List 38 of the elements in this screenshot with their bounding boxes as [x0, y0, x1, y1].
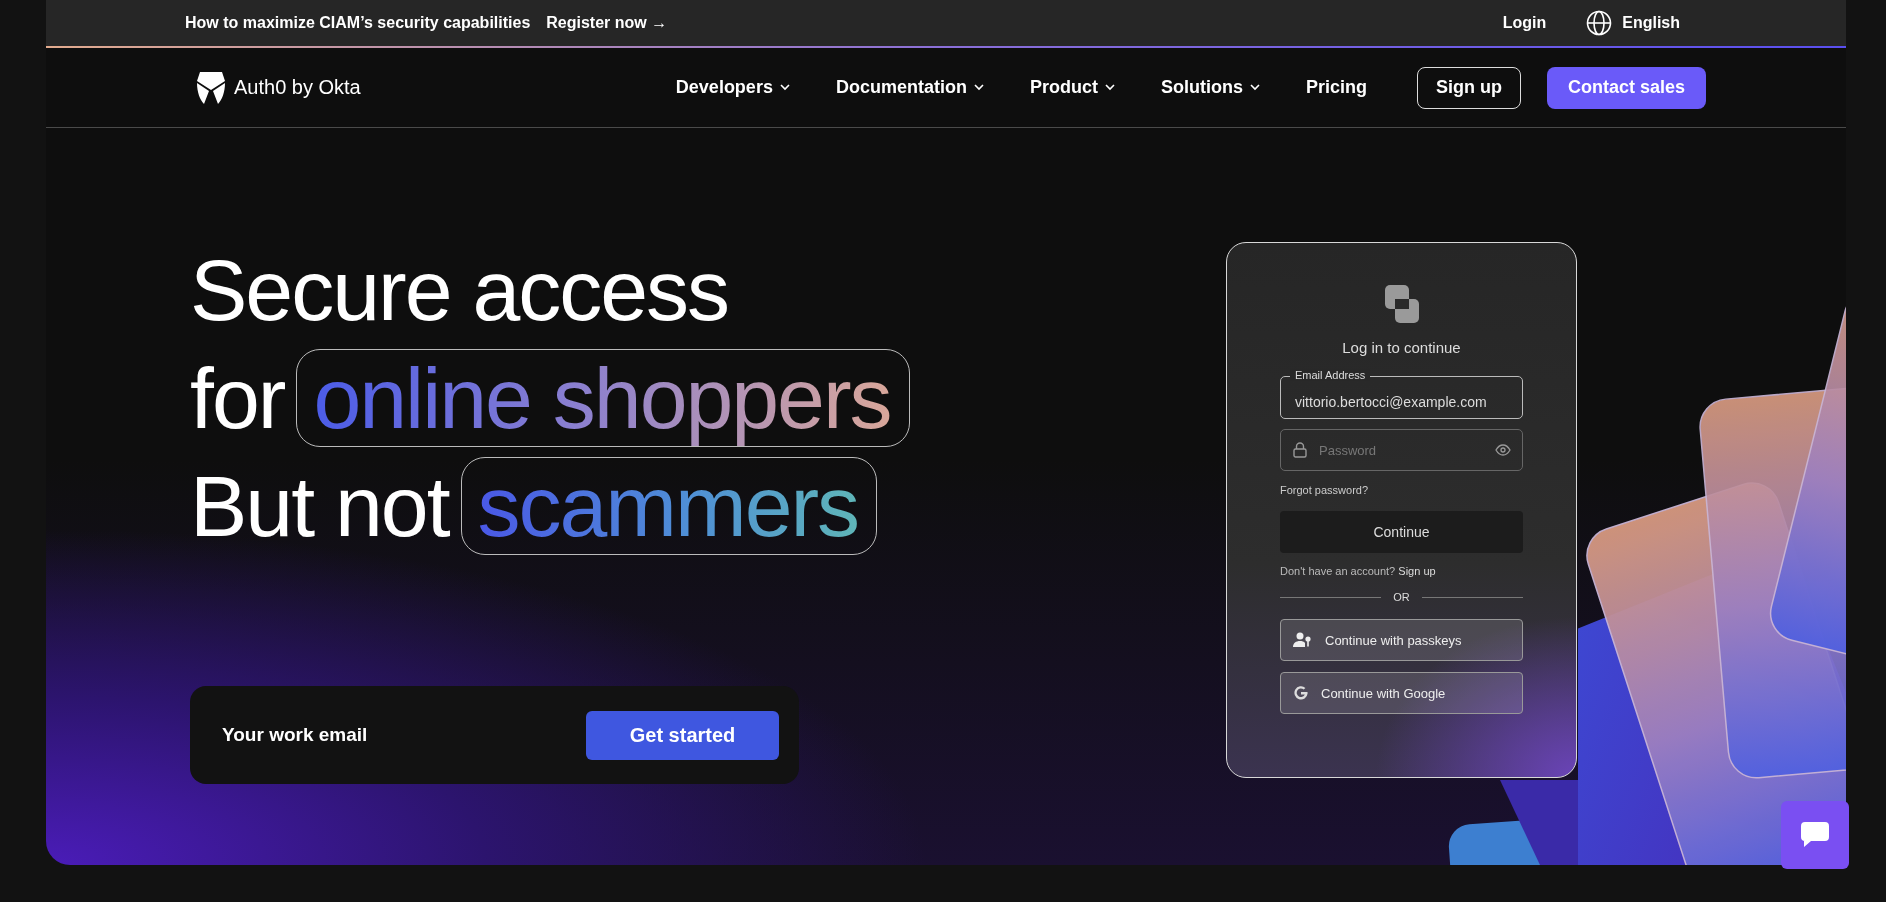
shield-icon: [196, 69, 226, 106]
login-title: Log in to continue: [1342, 339, 1461, 356]
chat-button[interactable]: [1781, 801, 1849, 869]
google-g-icon: [1293, 685, 1309, 701]
nav-menu-item[interactable]: Pricing: [1305, 77, 1367, 98]
sign-up-button[interactable]: Sign up: [1416, 66, 1521, 109]
nav-menu-item[interactable]: Developers: [675, 77, 790, 98]
lock-icon: [1293, 442, 1307, 458]
work-email-field[interactable]: Your work email: [220, 723, 586, 747]
announcement-text: How to maximize CIAM’s security capabilities: [185, 14, 531, 32]
overlapping-squares-logo-icon: [1384, 285, 1419, 325]
or-divider-text: OR: [1393, 591, 1410, 603]
forgot-password-link[interactable]: Forgot password?: [1280, 484, 1369, 496]
register-link[interactable]: Register now →: [546, 14, 668, 32]
nav-menu-item[interactable]: Documentation: [835, 77, 984, 98]
nav-menu-item[interactable]: Solutions: [1160, 77, 1260, 98]
signup-prompt-text: Don't have an account?: [1280, 565, 1396, 577]
nav-menu-item[interactable]: Product: [1029, 77, 1115, 98]
headline-text: Secure access: [190, 240, 729, 340]
sign-up-link[interactable]: Sign up: [1398, 565, 1436, 577]
headline-text: for: [190, 348, 285, 448]
headline-highlight: scammers: [460, 457, 878, 555]
globe-icon: [1586, 10, 1613, 36]
speech-bubble-icon: [1800, 821, 1830, 849]
social-login-button[interactable]: Continue with Google: [1280, 672, 1523, 714]
person-key-icon: [1293, 632, 1313, 648]
language-selector[interactable]: English: [1586, 10, 1680, 36]
headline-highlight: online shoppers: [296, 349, 910, 447]
logo-link[interactable]: Auth0 by Okta: [196, 69, 361, 106]
password-field[interactable]: Password: [1280, 429, 1523, 471]
headline-text: But not: [190, 456, 449, 556]
email-address-label: Email Address: [1290, 369, 1371, 381]
get-started-button[interactable]: Get started: [586, 710, 779, 760]
contact-sales-button[interactable]: Contact sales: [1546, 66, 1706, 109]
login-link[interactable]: Login: [1502, 14, 1547, 32]
social-login-button[interactable]: Continue with passkeys: [1280, 619, 1523, 661]
eye-icon[interactable]: [1495, 444, 1511, 456]
continue-button[interactable]: Continue: [1280, 511, 1523, 553]
